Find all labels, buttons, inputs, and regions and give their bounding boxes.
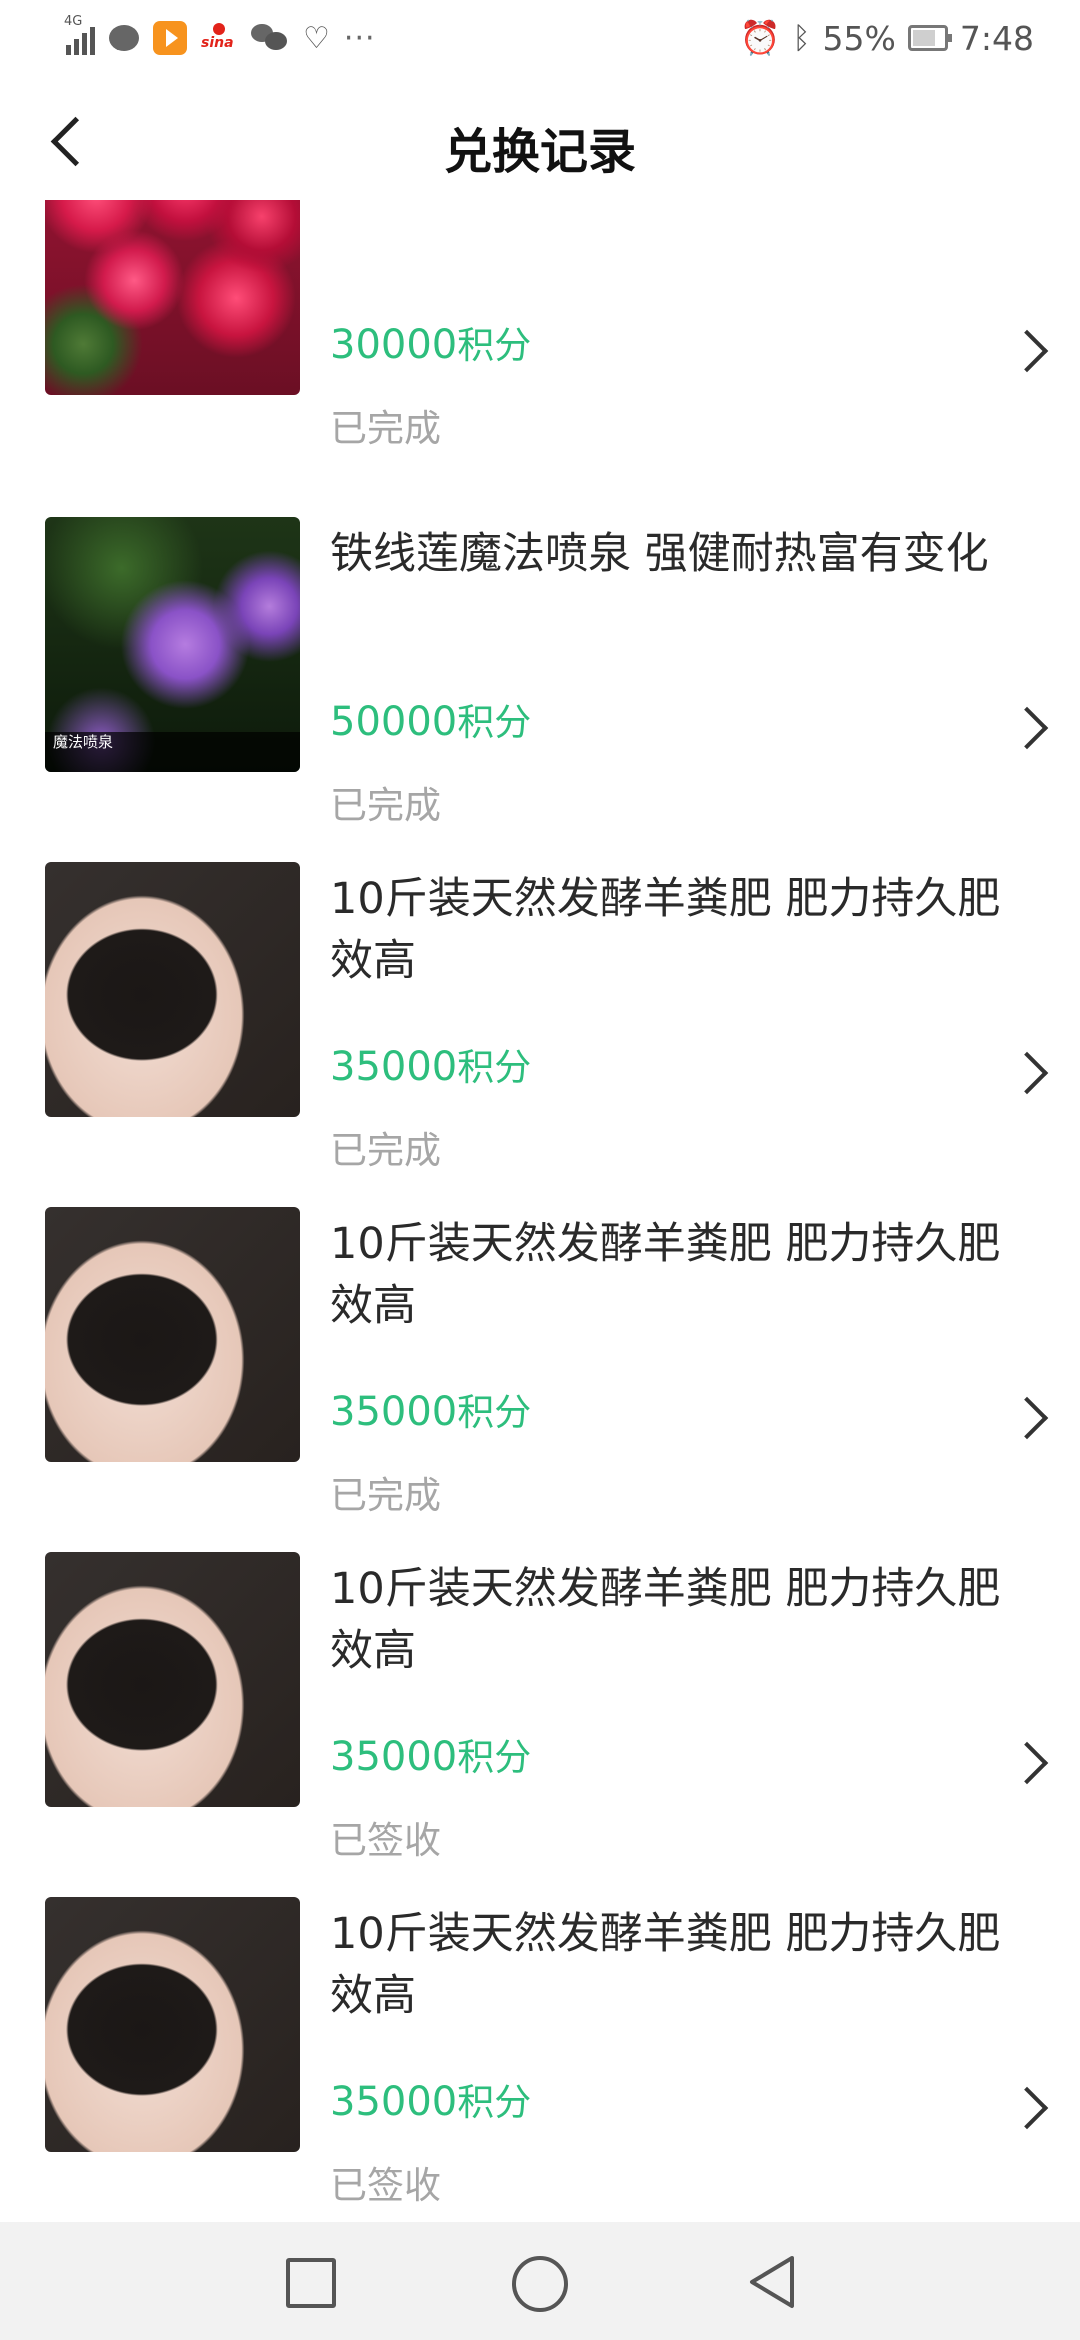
product-image — [45, 200, 300, 395]
bluetooth-icon: ᛒ — [792, 20, 811, 56]
order-status: 已完成 — [330, 407, 441, 450]
order-status: 已完成 — [330, 1474, 441, 1517]
points-value: 30000 — [330, 322, 458, 368]
wechat-icon — [251, 22, 289, 54]
order-status: 已签收 — [330, 1819, 441, 1862]
chevron-right-icon[interactable] — [1005, 706, 1049, 750]
record-item[interactable]: 10斤装天然发酵羊粪肥 肥力持久肥效高 35000积分 已签收 — [0, 1552, 1080, 1897]
points-value: 35000 — [330, 1734, 458, 1780]
chevron-right-icon[interactable] — [1005, 1051, 1049, 1095]
points-cost: 35000积分 — [330, 2072, 531, 2126]
status-right-icons: ⏰ ᛒ 55% 7:48 — [739, 16, 1034, 60]
points-cost: 50000积分 — [330, 692, 531, 746]
points-value: 35000 — [330, 1044, 458, 1090]
order-status: 已签收 — [330, 2164, 441, 2207]
chevron-right-icon[interactable] — [1005, 2086, 1049, 2130]
home-button[interactable] — [512, 2256, 568, 2312]
points-value: 35000 — [330, 1389, 458, 1435]
points-unit: 积分 — [457, 2081, 532, 2124]
app-header: 兑换记录 — [0, 90, 1080, 200]
video-app-icon — [153, 21, 187, 55]
product-title: 铁线莲魔法喷泉 强健耐热富有变化 — [330, 529, 989, 579]
page-title: 兑换记录 — [443, 124, 636, 180]
battery-percent: 55% — [822, 18, 896, 58]
points-unit: 积分 — [457, 1736, 532, 1779]
record-item[interactable]: 10斤装天然发酵羊粪肥 肥力持久肥效高 35000积分 已完成 — [0, 1207, 1080, 1552]
product-title: 10斤装天然发酵羊粪肥 肥力持久肥效高 — [330, 1564, 1001, 1676]
recents-button[interactable] — [286, 2258, 336, 2308]
triangle-back-icon — [750, 2256, 794, 2308]
heart-icon: ♡ — [303, 20, 330, 56]
product-title: 10斤装天然发酵羊粪肥 肥力持久肥效高 — [330, 874, 1001, 986]
sina-weibo-icon: sina — [201, 21, 237, 55]
chevron-right-icon[interactable] — [1005, 329, 1049, 373]
message-icon — [109, 25, 139, 51]
order-status: 已完成 — [330, 1129, 441, 1172]
product-title: 10斤装天然发酵羊粪肥 肥力持久肥效高 — [330, 1219, 1001, 1331]
points-cost: 35000积分 — [330, 1727, 531, 1781]
points-cost: 35000积分 — [330, 1037, 531, 1091]
product-image — [45, 1897, 300, 2152]
record-item[interactable]: 10斤装天然发酵羊粪肥 肥力持久肥效高 35000积分 已签收 — [0, 1897, 1080, 2220]
product-title: 精品月季—丽也，红龙（两年苗） — [330, 200, 1030, 208]
points-cost: 30000积分 — [330, 315, 531, 369]
points-value: 35000 — [330, 2079, 458, 2125]
points-unit: 积分 — [457, 324, 532, 367]
points-unit: 积分 — [457, 1046, 532, 1089]
record-item[interactable]: 10斤装天然发酵羊粪肥 肥力持久肥效高 35000积分 已完成 — [0, 862, 1080, 1207]
status-bar: 4G sina ♡ ··· ⏰ ᛒ 55% 7:48 — [0, 0, 1080, 75]
points-unit: 积分 — [457, 1391, 532, 1434]
alarm-icon: ⏰ — [739, 18, 781, 57]
image-caption: 魔法喷泉 — [45, 732, 300, 772]
clock: 7:48 — [959, 18, 1034, 58]
record-item[interactable]: 魔法喷泉 铁线莲魔法喷泉 强健耐热富有变化 50000积分 已完成 — [0, 517, 1080, 862]
product-image — [45, 862, 300, 1117]
points-unit: 积分 — [457, 701, 532, 744]
system-nav-bar — [0, 2222, 1080, 2340]
product-title: 10斤装天然发酵羊粪肥 肥力持久肥效高 — [330, 1909, 1001, 2021]
network-type: 4G — [64, 14, 83, 29]
product-image — [45, 1552, 300, 1807]
product-image: 魔法喷泉 — [45, 517, 300, 772]
points-cost: 35000积分 — [330, 1382, 531, 1436]
signal-icon: 4G — [64, 15, 95, 55]
chevron-right-icon[interactable] — [1005, 1741, 1049, 1785]
status-left-icons: 4G sina ♡ ··· — [64, 15, 376, 60]
exchange-record-list[interactable]: 精品月季—丽也，红龙（两年苗） 30000积分 已完成 魔法喷泉 铁线莲魔法喷泉… — [0, 200, 1080, 2220]
product-image — [45, 1207, 300, 1462]
chevron-right-icon[interactable] — [1005, 1396, 1049, 1440]
points-value: 50000 — [330, 699, 458, 745]
order-status: 已完成 — [330, 784, 441, 827]
battery-icon — [907, 25, 952, 51]
more-dots-icon: ··· — [343, 20, 376, 56]
record-item[interactable]: 精品月季—丽也，红龙（两年苗） 30000积分 已完成 — [0, 200, 1080, 485]
